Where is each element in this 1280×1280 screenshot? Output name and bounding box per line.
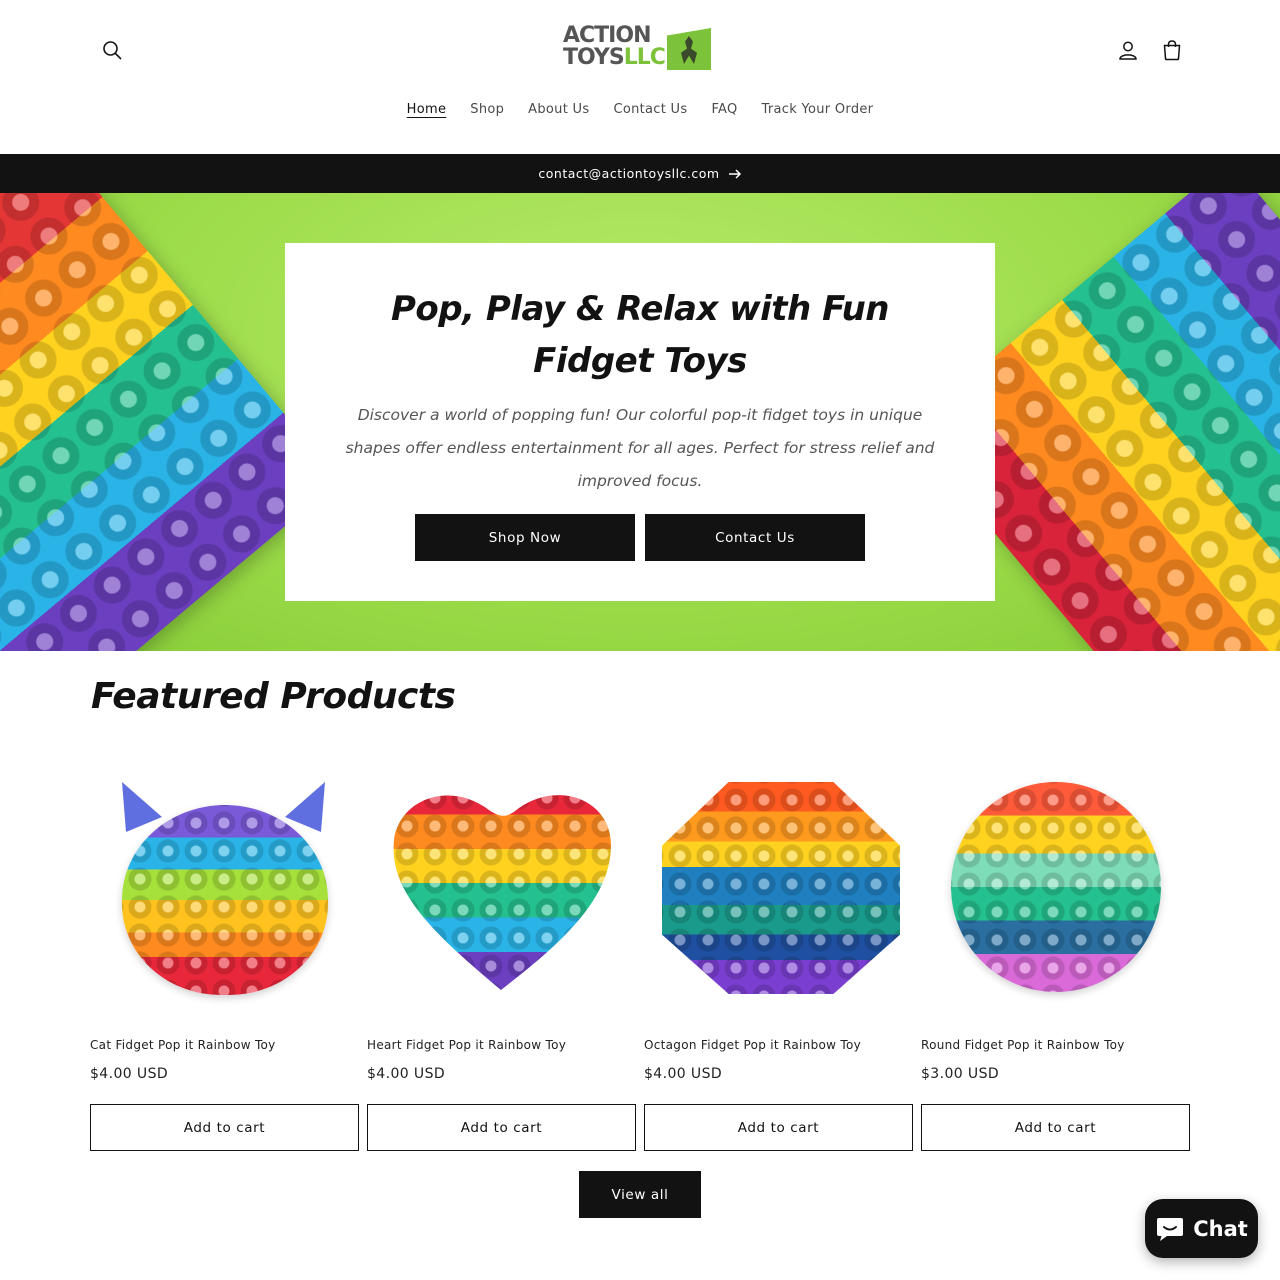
heart-popit-image — [389, 780, 614, 995]
product-name[interactable]: Octagon Fidget Pop it Rainbow Toy — [644, 1038, 861, 1052]
product-name[interactable]: Round Fidget Pop it Rainbow Toy — [921, 1038, 1125, 1052]
chat-button[interactable]: Chat — [1145, 1199, 1258, 1258]
nav-item-about-us[interactable]: About Us — [516, 100, 601, 119]
hero-banner: Pop, Play & Relax with Fun Fidget Toys D… — [0, 193, 1280, 651]
add-to-cart-button[interactable]: Add to cart — [644, 1104, 913, 1151]
chat-bubble-icon — [1157, 1217, 1184, 1241]
bag-icon — [1163, 40, 1181, 61]
announcement-bar[interactable]: contact@actiontoysllc.com — [0, 154, 1280, 193]
hero-title: Pop, Play & Relax with Fun Fidget Toys — [391, 289, 889, 381]
product-price: $4.00 USD — [644, 1066, 723, 1082]
add-to-cart-button[interactable]: Add to cart — [90, 1104, 359, 1151]
product-card: Octagon Fidget Pop it Rainbow Toy $4.00 … — [644, 760, 913, 1151]
add-to-cart-button[interactable]: Add to cart — [921, 1104, 1190, 1151]
add-to-cart-button[interactable]: Add to cart — [367, 1104, 636, 1151]
search-icon — [103, 41, 122, 60]
product-image[interactable] — [367, 760, 636, 1025]
product-price: $4.00 USD — [367, 1066, 446, 1082]
hero-card: Pop, Play & Relax with Fun Fidget Toys D… — [285, 243, 995, 601]
product-name[interactable]: Heart Fidget Pop it Rainbow Toy — [367, 1038, 566, 1052]
octagon-popit-image — [662, 782, 900, 994]
product-image[interactable] — [90, 760, 359, 1025]
product-card: Cat Fidget Pop it Rainbow Toy $4.00 USD … — [90, 760, 359, 1151]
nav-item-home[interactable]: Home — [395, 100, 459, 119]
view-all-button[interactable]: View all — [579, 1171, 701, 1218]
announcement-text: contact@actiontoysllc.com — [538, 166, 720, 181]
nav-item-faq[interactable]: FAQ — [699, 100, 749, 119]
cart-button[interactable] — [1150, 28, 1194, 72]
nav-item-contact-us[interactable]: Contact Us — [601, 100, 699, 119]
hero-buttons: Shop Now Contact Us — [415, 514, 865, 561]
product-price: $4.00 USD — [90, 1066, 169, 1082]
contact-us-button[interactable]: Contact Us — [645, 514, 865, 561]
site-header: ACTION TOYSLLC Home Shop About Us Contac… — [0, 0, 1280, 154]
featured-products-title: Featured Products — [91, 676, 456, 717]
round-popit-image — [951, 782, 1161, 992]
chat-label: Chat — [1193, 1216, 1248, 1241]
logo[interactable]: ACTION TOYSLLC — [563, 25, 713, 73]
cat-popit-image — [122, 805, 328, 995]
product-card: Heart Fidget Pop it Rainbow Toy $4.00 US… — [367, 760, 636, 1151]
nav-item-shop[interactable]: Shop — [458, 100, 516, 119]
search-button[interactable] — [90, 28, 134, 72]
product-name[interactable]: Cat Fidget Pop it Rainbow Toy — [90, 1038, 276, 1052]
product-grid: Cat Fidget Pop it Rainbow Toy $4.00 USD … — [90, 760, 1190, 1160]
product-image[interactable] — [921, 760, 1190, 1025]
product-card: Round Fidget Pop it Rainbow Toy $3.00 US… — [921, 760, 1190, 1151]
shop-now-button[interactable]: Shop Now — [415, 514, 635, 561]
main-nav: Home Shop About Us Contact Us FAQ Track … — [0, 100, 1280, 119]
logo-wordmark: ACTION TOYSLLC — [563, 23, 666, 70]
account-button[interactable] — [1106, 28, 1150, 72]
user-icon — [1119, 41, 1137, 60]
nav-item-track-order[interactable]: Track Your Order — [750, 100, 886, 119]
arrow-right-icon — [728, 168, 741, 179]
product-image[interactable] — [644, 760, 913, 1025]
product-price: $3.00 USD — [921, 1066, 1000, 1082]
logo-mark-icon — [667, 28, 711, 70]
hero-subtitle: Discover a world of popping fun! Our col… — [345, 406, 935, 490]
